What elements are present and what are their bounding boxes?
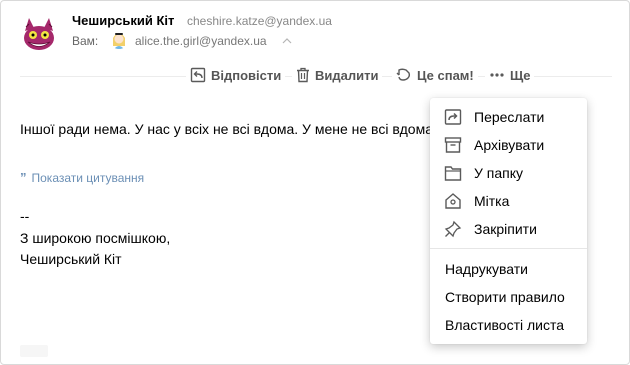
menu-item-label: Властивості листа — [445, 317, 565, 333]
recipient-label: Вам: — [72, 34, 99, 48]
pin-icon — [444, 220, 462, 238]
menu-item-label: У папку — [474, 165, 524, 181]
message-toolbar: Відповісти Видалити Це спам! Ще — [1, 63, 629, 87]
menu-item-pin[interactable]: Закріпити — [430, 216, 587, 242]
menu-item-message-properties[interactable]: Властивості листа — [430, 312, 587, 338]
archive-icon — [444, 137, 462, 153]
signature-name: Чеширський Кіт — [20, 251, 122, 267]
chevron-up-icon[interactable] — [281, 36, 293, 46]
menu-item-label: Переслати — [474, 109, 545, 125]
faded-footer-element — [20, 345, 48, 357]
signature-separator: -- — [20, 208, 30, 224]
show-quote-label: Показати цитування — [31, 170, 145, 185]
sender-email[interactable]: cheshire.katze@yandex.ua — [187, 14, 332, 28]
spam-button[interactable]: Це спам! — [392, 63, 478, 87]
reply-icon — [190, 67, 206, 83]
menu-item-label: Надрукувати — [445, 261, 528, 277]
menu-item-label-tag[interactable]: Мітка — [430, 188, 587, 214]
more-button[interactable]: Ще — [485, 63, 535, 87]
menu-item-create-rule[interactable]: Створити правило — [430, 284, 587, 310]
recipient-email[interactable]: alice.the.girl@yandex.ua — [135, 34, 267, 48]
menu-divider — [430, 248, 587, 249]
more-dropdown-menu: Переслати Архівувати У папку Мітка Закрі… — [430, 98, 587, 344]
delete-button[interactable]: Видалити — [292, 63, 383, 87]
signature-line: З широкою посмішкою, — [20, 230, 171, 246]
menu-item-label: Архівувати — [474, 137, 545, 153]
recipient-avatar — [109, 29, 129, 49]
sender-avatar[interactable] — [20, 15, 58, 53]
message-view: Чеширський Кіт cheshire.katze@yandex.ua … — [0, 0, 630, 365]
tag-icon — [445, 193, 461, 209]
forward-icon — [444, 109, 462, 125]
menu-item-forward[interactable]: Переслати — [430, 104, 587, 130]
more-dots-icon — [490, 73, 504, 77]
more-label: Ще — [510, 67, 531, 83]
show-quote-link[interactable]: ” Показати цитування — [20, 170, 144, 185]
menu-item-label: Закріпити — [474, 221, 537, 237]
menu-item-label: Мітка — [474, 193, 510, 209]
spam-label: Це спам! — [417, 67, 474, 83]
menu-item-label: Створити правило — [445, 289, 565, 305]
folder-icon — [444, 166, 462, 181]
sender-name[interactable]: Чеширський Кіт — [72, 13, 174, 28]
reply-button[interactable]: Відповісти — [186, 63, 286, 87]
menu-item-archive[interactable]: Архівувати — [430, 132, 587, 158]
quote-icon: ” — [20, 170, 27, 185]
menu-item-print[interactable]: Надрукувати — [430, 256, 587, 282]
thumbs-down-icon — [396, 68, 411, 81]
reply-label: Відповісти — [211, 67, 282, 83]
trash-icon — [297, 67, 309, 83]
delete-label: Видалити — [315, 67, 379, 83]
menu-item-move-to-folder[interactable]: У папку — [430, 160, 587, 186]
